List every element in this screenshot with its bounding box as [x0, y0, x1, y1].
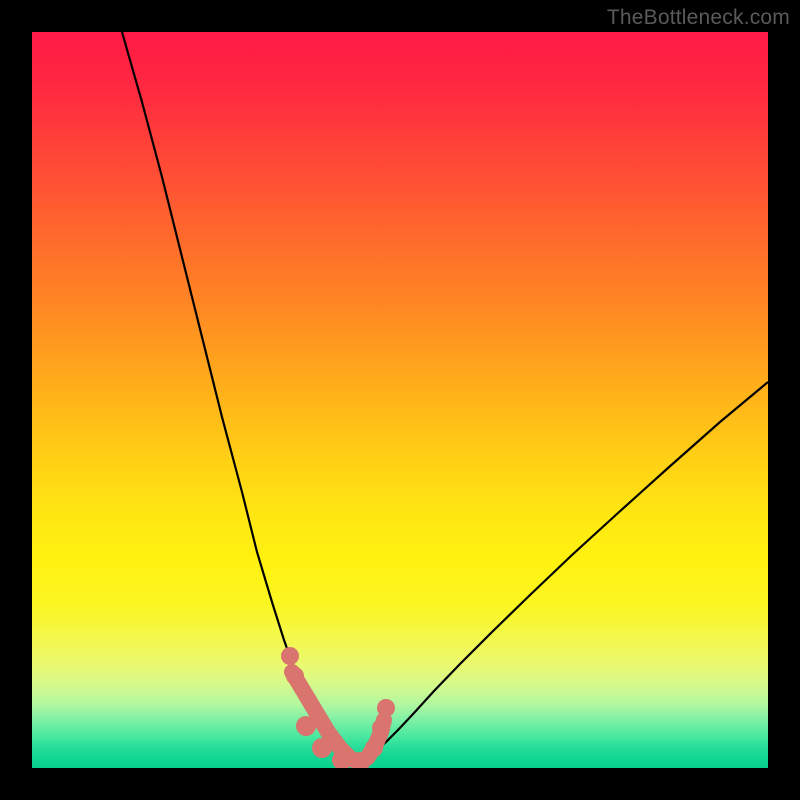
data-marker: [365, 739, 383, 757]
data-marker: [296, 716, 316, 736]
data-marker: [372, 719, 390, 737]
data-marker: [312, 738, 332, 758]
chart-frame: TheBottleneck.com: [0, 0, 800, 800]
data-marker: [286, 667, 304, 685]
curve-layer: [32, 32, 768, 768]
watermark-text: TheBottleneck.com: [607, 6, 790, 30]
plot-area: [32, 32, 768, 768]
data-marker: [281, 647, 299, 665]
right-bottleneck-curve: [359, 382, 768, 763]
left-bottleneck-curve: [122, 32, 359, 763]
data-marker: [377, 699, 395, 717]
